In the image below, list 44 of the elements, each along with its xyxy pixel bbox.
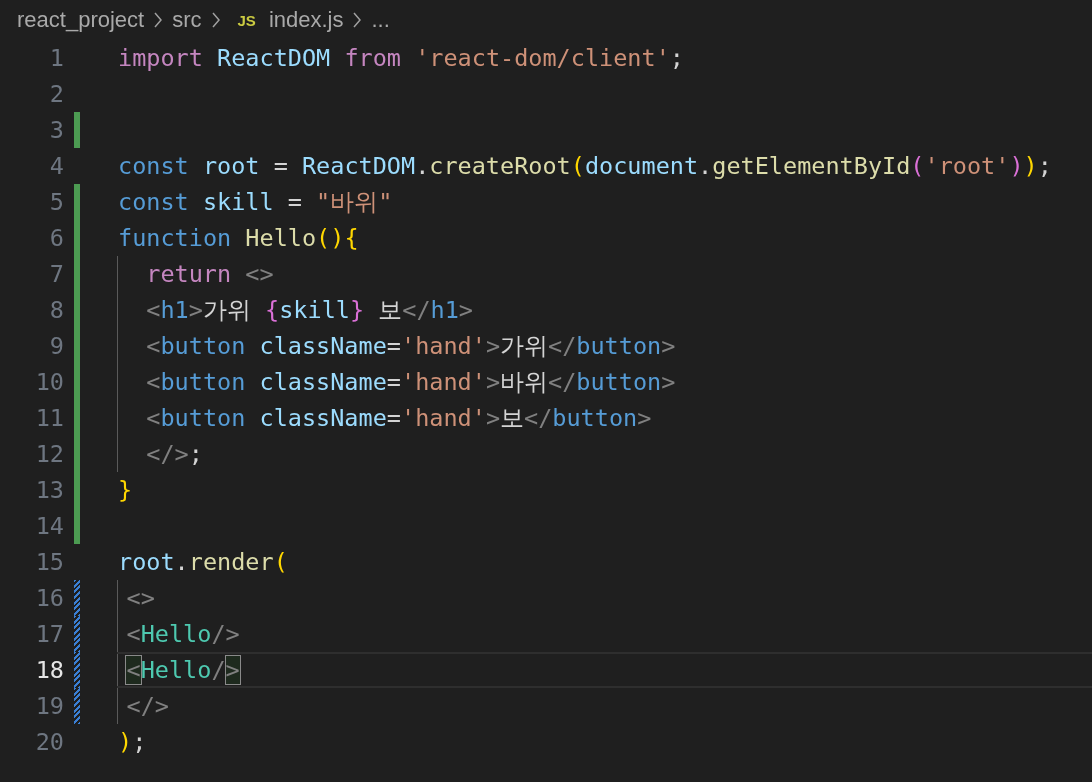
line-number: 8 bbox=[48, 296, 64, 324]
code-line: <Hello/> bbox=[117, 616, 240, 652]
line-number: 19 bbox=[34, 692, 64, 720]
code-line: const skill = "바위" bbox=[117, 187, 393, 218]
line-number: 20 bbox=[34, 728, 64, 756]
code-line: <h1>가위 {skill} 보</h1> bbox=[117, 292, 473, 328]
line-number: 11 bbox=[34, 404, 64, 432]
line-number: 12 bbox=[34, 440, 64, 468]
line-number: 16 bbox=[34, 584, 64, 612]
line-number: 17 bbox=[34, 620, 64, 648]
code-line: function Hello(){ bbox=[117, 223, 359, 254]
js-file-icon: JS bbox=[237, 11, 256, 29]
breadcrumb-item[interactable]: src bbox=[172, 7, 202, 33]
line-number: 4 bbox=[48, 152, 64, 180]
breadcrumb-item[interactable]: react_project bbox=[17, 7, 145, 33]
line-number: 7 bbox=[48, 260, 64, 288]
code-line: </> bbox=[117, 688, 169, 724]
chevron-right-icon bbox=[153, 11, 164, 29]
code-line: import ReactDOM from 'react-dom/client'; bbox=[117, 43, 684, 74]
code-line: <button className='hand'>가위</button> bbox=[117, 328, 676, 364]
line-number: 3 bbox=[48, 116, 64, 144]
code-line: </>; bbox=[117, 436, 203, 472]
line-number: 13 bbox=[34, 476, 64, 504]
line-number: 2 bbox=[48, 80, 64, 108]
breadcrumb-item[interactable]: index.js bbox=[268, 7, 344, 33]
breadcrumb-more[interactable]: ... bbox=[371, 7, 390, 33]
line-number: 9 bbox=[48, 332, 64, 360]
code-line: <button className='hand'>바위</button> bbox=[117, 364, 676, 400]
line-number: 18 bbox=[34, 656, 64, 684]
code-line: <button className='hand'>보</button> bbox=[117, 400, 652, 436]
code-line: ); bbox=[117, 727, 147, 758]
line-number: 6 bbox=[48, 224, 64, 252]
line-number: 5 bbox=[48, 188, 64, 216]
line-number: 15 bbox=[34, 548, 64, 576]
code-line: } bbox=[117, 475, 133, 506]
line-number: 14 bbox=[34, 512, 64, 540]
chevron-right-icon bbox=[210, 11, 221, 29]
code-line: root.render( bbox=[117, 547, 288, 578]
line-number: 1 bbox=[48, 44, 64, 72]
line-number: 10 bbox=[34, 368, 64, 396]
code-line: <> bbox=[117, 580, 155, 616]
code-line: return <> bbox=[117, 256, 274, 292]
code-line: const root = ReactDOM.createRoot(document.getElementById('root')); bbox=[117, 151, 1052, 182]
chevron-right-icon bbox=[352, 11, 363, 29]
